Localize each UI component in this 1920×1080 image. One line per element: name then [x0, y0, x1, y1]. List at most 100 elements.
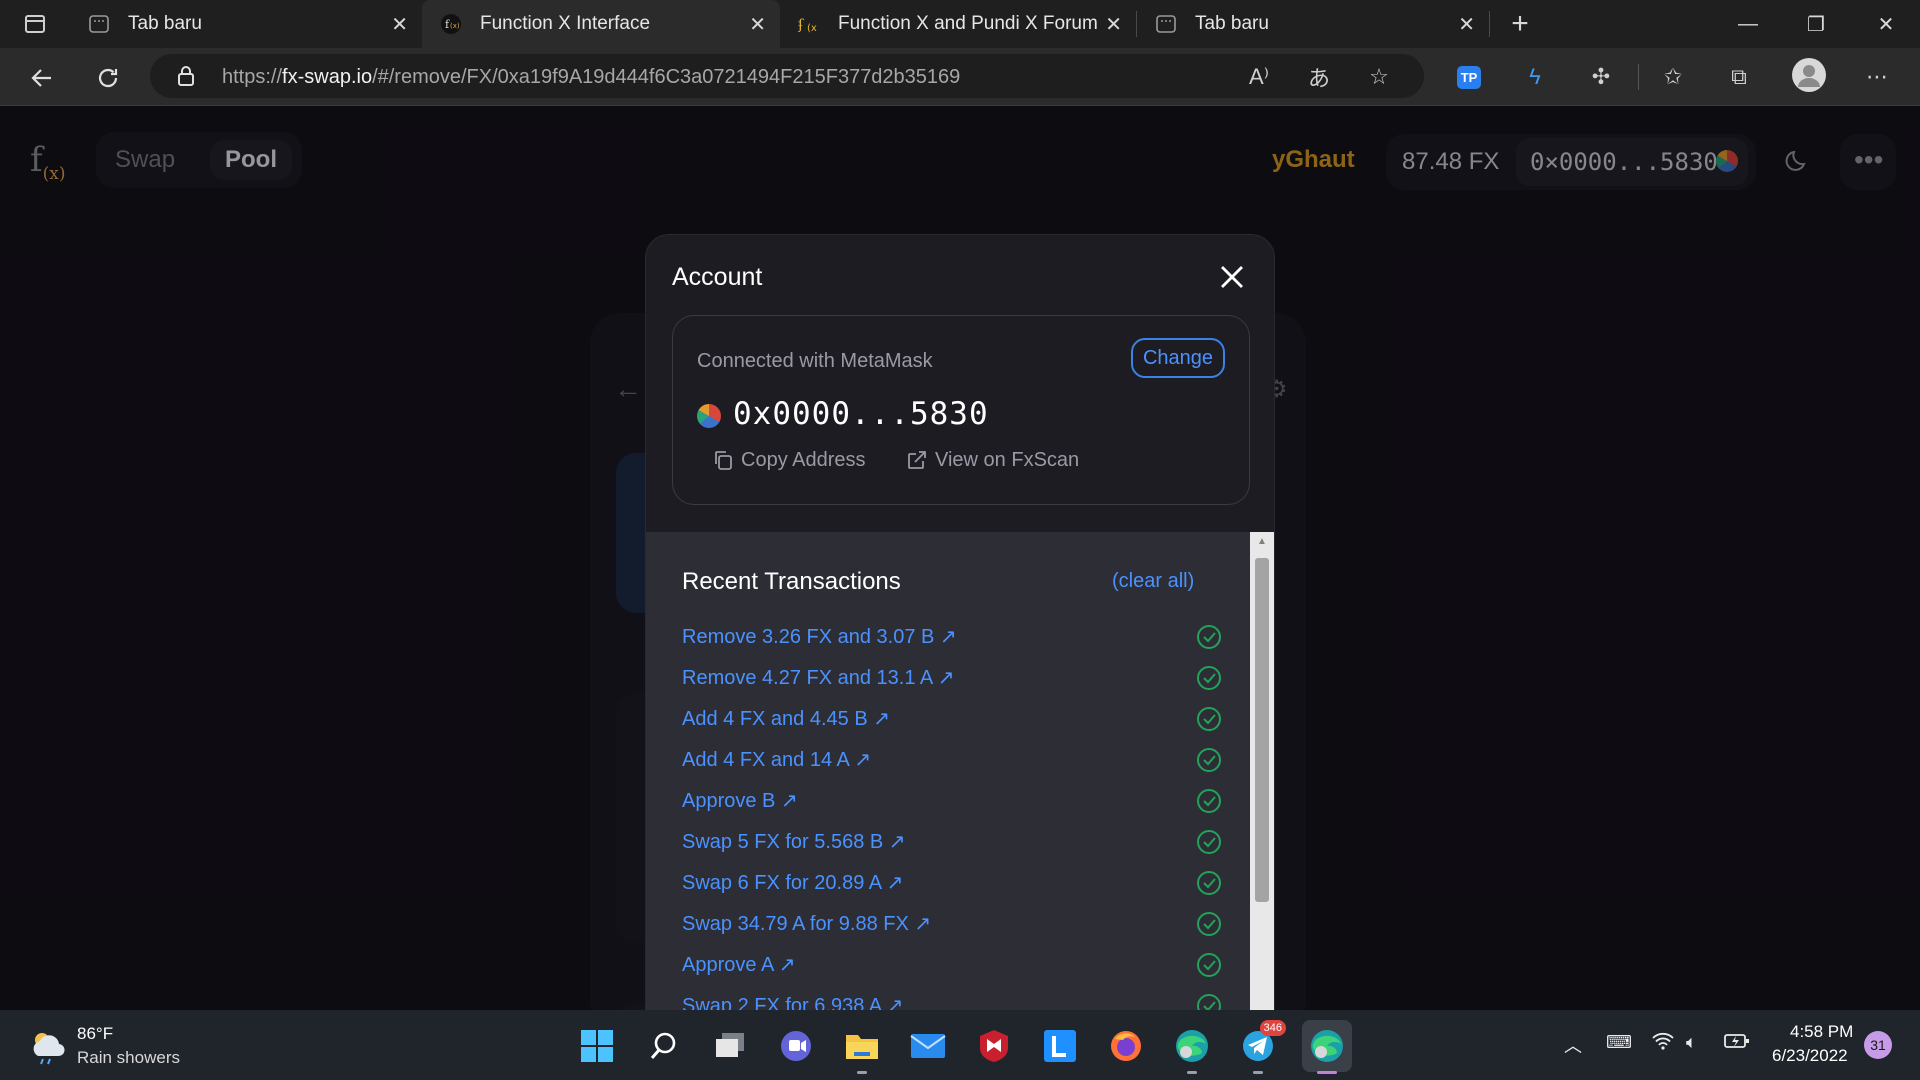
transaction-link[interactable]: Swap 5 FX for 5.568 B ↗	[682, 831, 906, 853]
transaction-row[interactable]: Swap 6 FX for 20.89 A ↗	[682, 866, 1222, 900]
account-details-card: Connected with MetaMask Change 0x0000...…	[672, 315, 1250, 505]
weather-description[interactable]: Rain showers	[77, 1048, 180, 1068]
edge-active-button[interactable]	[1302, 1020, 1352, 1074]
clock-date[interactable]: 6/23/2022	[1772, 1046, 1848, 1066]
url-text: https://fx-swap.io/#/remove/FX/0xa19f9A1…	[222, 66, 961, 88]
change-wallet-button[interactable]: Change	[1131, 338, 1225, 378]
browser-tab-2[interactable]: f (x) Function X Interface ✕	[422, 0, 780, 48]
transaction-link[interactable]: Approve A ↗	[682, 954, 796, 976]
svg-text:(x): (x)	[450, 22, 460, 30]
wallet-connection-label: Connected with MetaMask	[697, 350, 933, 372]
edge-icon	[1311, 1030, 1343, 1062]
more-menu-icon[interactable]: ⋯	[1858, 58, 1896, 96]
browser-tab-3[interactable]: ʄ (x Function X and Pundi X Forum ✕	[780, 0, 1136, 48]
transaction-link[interactable]: Add 4 FX and 4.45 B ↗	[682, 708, 890, 730]
check-circle-icon	[1197, 625, 1221, 649]
translate-icon[interactable]: あ	[1300, 58, 1338, 96]
lock-icon[interactable]	[176, 65, 196, 92]
browser-tab-4[interactable]: Tab baru ✕	[1137, 0, 1489, 48]
rain-cloud-icon[interactable]	[28, 1026, 68, 1066]
scroll-up-icon[interactable]: ▲	[1257, 536, 1267, 547]
transaction-link[interactable]: Add 4 FX and 14 A ↗	[682, 749, 871, 771]
edge-icon	[1176, 1030, 1208, 1062]
scroll-thumb[interactable]	[1255, 558, 1269, 902]
transaction-link[interactable]: Swap 34.79 A for 9.88 FX ↗	[682, 913, 931, 935]
transaction-row[interactable]: Swap 34.79 A for 9.88 FX ↗	[682, 907, 1222, 941]
refresh-icon	[98, 68, 118, 88]
tp-extension-icon[interactable]: TP	[1450, 58, 1488, 96]
close-tab-icon[interactable]: ✕	[1105, 12, 1122, 37]
mail-button[interactable]	[906, 1024, 950, 1068]
address-bar[interactable]: https://fx-swap.io/#/remove/FX/0xa19f9A1…	[150, 54, 1424, 98]
close-tab-icon[interactable]: ✕	[391, 12, 408, 37]
extensions-puzzle-icon[interactable]: ✣	[1582, 58, 1620, 96]
weather-temperature[interactable]: 86°F	[77, 1024, 113, 1044]
transaction-row[interactable]: Add 4 FX and 4.45 B ↗	[682, 702, 1222, 736]
search-button[interactable]	[642, 1024, 686, 1068]
folder-icon	[846, 1035, 878, 1059]
search-icon	[650, 1032, 676, 1059]
transaction-link[interactable]: Remove 4.27 FX and 13.1 A ↗	[682, 667, 954, 689]
keyboard-icon[interactable]: ⌨	[1606, 1032, 1632, 1053]
view-on-fxscan-link[interactable]: View on FxScan	[905, 448, 1079, 472]
running-indicator	[857, 1071, 867, 1074]
refresh-button[interactable]	[86, 56, 130, 100]
transaction-row[interactable]: Remove 4.27 FX and 13.1 A ↗	[682, 661, 1222, 695]
profile-avatar[interactable]	[1790, 56, 1828, 94]
tab-title: Function X Interface	[480, 13, 651, 34]
windows-taskbar: 86°F Rain showers 346 ︿ ⌨ 🔈︎ 4:58 PM 6/2…	[0, 1010, 1920, 1080]
close-tab-icon[interactable]: ✕	[1458, 12, 1475, 37]
close-tab-icon[interactable]: ✕	[749, 12, 766, 37]
show-hidden-icons-chevron-icon[interactable]: ︿	[1564, 1032, 1582, 1058]
wifi-icon[interactable]	[1652, 1032, 1674, 1055]
account-modal: Account Connected with MetaMask Change 0…	[645, 234, 1275, 1046]
favorites-icon[interactable]: ✩	[1654, 58, 1692, 96]
read-aloud-icon[interactable]: A⁾	[1240, 58, 1278, 96]
task-view-button[interactable]	[708, 1024, 752, 1068]
transaction-row[interactable]: Swap 5 FX for 5.568 B ↗	[682, 825, 1222, 859]
extension-2-icon[interactable]: ϟ	[1516, 58, 1554, 96]
browser-tab-1[interactable]: Tab baru ✕	[70, 0, 422, 48]
browser-tab-bar: Tab baru ✕ f (x) Function X Interface ✕ ʄ…	[0, 0, 1920, 48]
edge-profile-button[interactable]	[1170, 1024, 1214, 1074]
clock-time[interactable]: 4:58 PM	[1790, 1022, 1853, 1042]
plus-icon: +	[1511, 7, 1529, 40]
new-tab-button[interactable]: +	[1490, 0, 1550, 48]
file-explorer-button[interactable]	[840, 1024, 884, 1074]
modal-title: Account	[672, 263, 763, 291]
check-circle-icon	[1197, 871, 1221, 895]
minimize-button[interactable]: —	[1714, 0, 1782, 48]
blank-page-icon	[88, 13, 110, 35]
add-favorite-icon[interactable]: ☆	[1360, 58, 1398, 96]
firefox-button[interactable]	[1104, 1024, 1148, 1068]
transaction-link[interactable]: Swap 6 FX for 20.89 A ↗	[682, 872, 903, 894]
telegram-button[interactable]: 346	[1236, 1020, 1286, 1074]
start-button[interactable]	[575, 1024, 619, 1068]
transaction-link[interactable]: Remove 3.26 FX and 3.07 B ↗	[682, 626, 957, 648]
app-l-button[interactable]	[1038, 1024, 1082, 1068]
check-circle-icon	[1197, 666, 1221, 690]
battery-charging-icon[interactable]	[1724, 1032, 1750, 1055]
transaction-row[interactable]: Approve A ↗	[682, 948, 1222, 982]
mcafee-button[interactable]	[972, 1024, 1016, 1068]
scrollbar[interactable]: ▲ ▼	[1250, 532, 1274, 1045]
close-modal-button[interactable]	[1212, 257, 1252, 297]
notification-badge[interactable]: 31	[1864, 1031, 1892, 1059]
fx-swap-page: f(x) Swap Pool yGhaut 87.48 FX 0×0000...…	[0, 106, 1920, 1080]
transaction-link[interactable]: Approve B ↗	[682, 790, 798, 812]
chat-icon	[781, 1031, 811, 1061]
transaction-row[interactable]: Add 4 FX and 14 A ↗	[682, 743, 1222, 777]
copy-address-link[interactable]: Copy Address	[711, 448, 866, 472]
task-view-icon	[716, 1033, 744, 1057]
collections-icon[interactable]: ⧉	[1720, 58, 1758, 96]
mail-icon	[910, 1034, 946, 1058]
transaction-row[interactable]: Remove 3.26 FX and 3.07 B ↗	[682, 620, 1222, 654]
tab-actions-button[interactable]	[0, 0, 70, 48]
close-window-button[interactable]: ✕	[1852, 0, 1920, 48]
clear-all-link[interactable]: (clear all)	[1112, 570, 1194, 593]
teams-chat-button[interactable]	[774, 1024, 818, 1068]
volume-icon[interactable]: 🔈︎	[1686, 1032, 1697, 1053]
back-button[interactable]	[20, 56, 64, 100]
restore-button[interactable]: ❐	[1782, 0, 1850, 48]
transaction-row[interactable]: Approve B ↗	[682, 784, 1222, 818]
